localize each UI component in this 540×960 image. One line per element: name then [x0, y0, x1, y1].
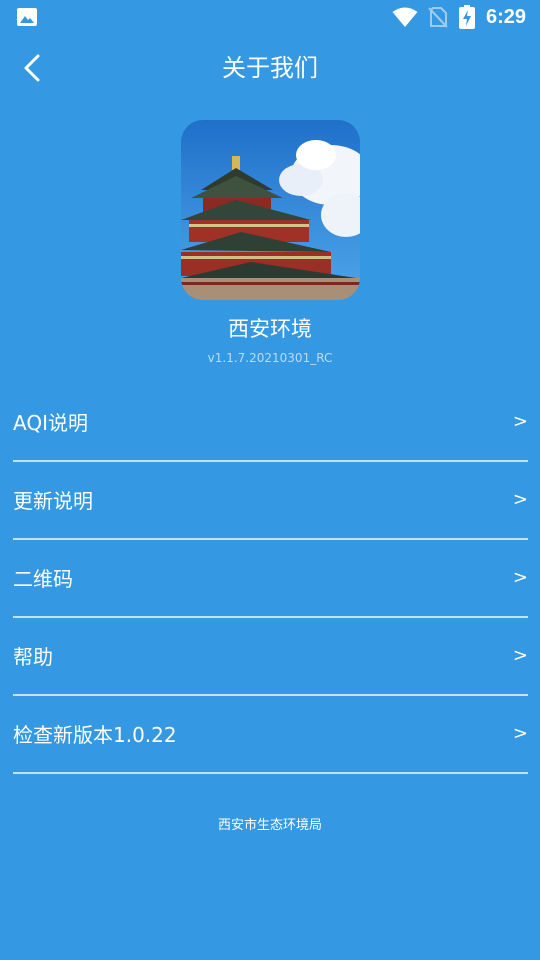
footer-organization: 西安市生态环境局 — [217, 818, 322, 833]
menu-item-label: 帮助 — [13, 645, 53, 669]
menu-item-aqi[interactable]: AQI说明 > — [13, 384, 528, 462]
menu-item-label: 检查新版本1.0.22 — [13, 723, 177, 747]
chevron-right-icon: > — [512, 489, 528, 510]
app-name: 西安环境 — [228, 317, 312, 341]
menu-item-update-notes[interactable]: 更新说明 > — [13, 462, 528, 540]
menu-item-label: AQI说明 — [13, 411, 88, 435]
bell-tower-logo — [181, 120, 360, 300]
chevron-right-icon: > — [512, 411, 528, 432]
menu-item-label: 更新说明 — [13, 489, 93, 513]
chevron-right-icon: > — [512, 567, 528, 588]
menu-list: AQI说明 > 更新说明 > 二维码 > 帮助 > 检查新版本1.0.22 > — [13, 384, 528, 774]
status-bar: 6:29 — [0, 0, 540, 36]
chevron-right-icon: > — [512, 645, 528, 666]
menu-item-check-update[interactable]: 检查新版本1.0.22 > — [13, 696, 528, 774]
menu-item-label: 二维码 — [13, 567, 73, 591]
no-sim-icon — [428, 7, 448, 28]
chevron-right-icon: > — [512, 723, 528, 744]
page-title: 关于我们 — [222, 54, 318, 82]
menu-item-help[interactable]: 帮助 > — [13, 618, 528, 696]
photo-icon — [17, 8, 37, 26]
menu-item-qr-code[interactable]: 二维码 > — [13, 540, 528, 618]
wifi-icon — [392, 7, 418, 27]
app-version: v1.1.7.20210301_RC — [207, 351, 333, 365]
battery-charging-icon — [459, 5, 475, 29]
status-time: 6:29 — [486, 6, 527, 28]
app-logo — [181, 120, 360, 300]
header: 关于我们 — [0, 36, 540, 100]
